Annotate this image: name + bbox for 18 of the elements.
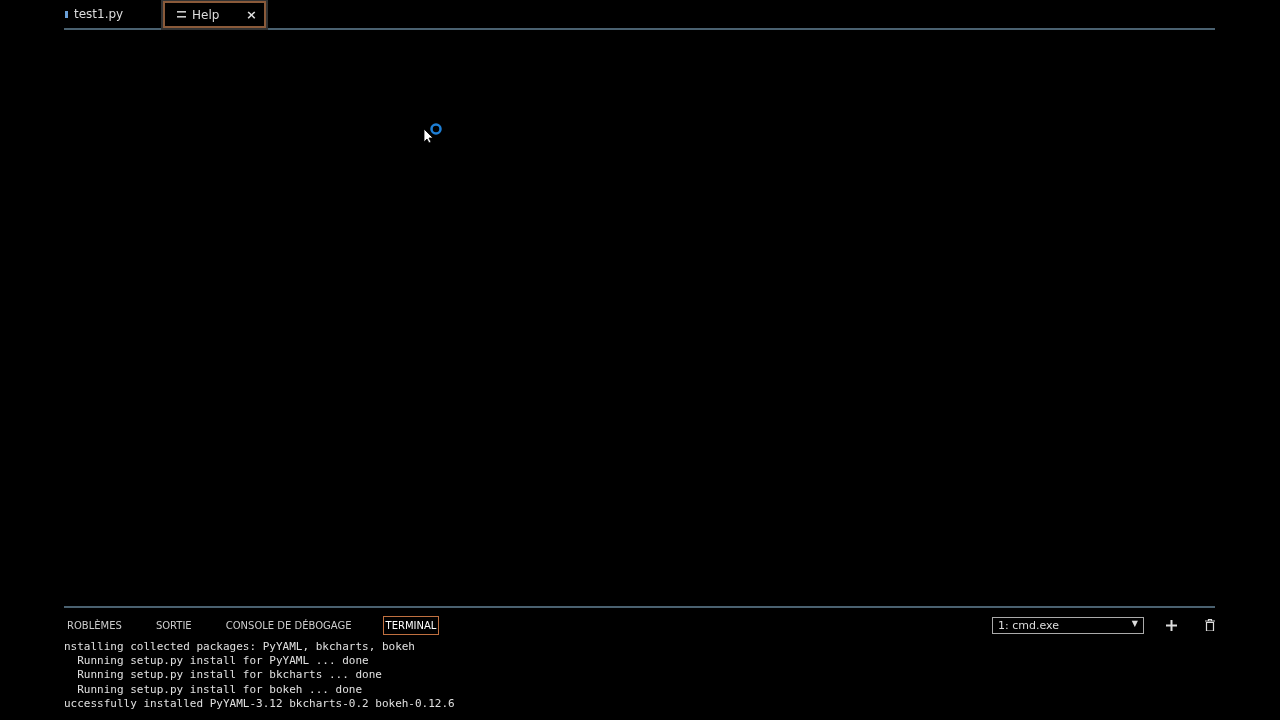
editor-tab[interactable]: Help × [163, 1, 266, 28]
editor-tab[interactable]: test1.py [64, 0, 151, 28]
add-icon[interactable] [1166, 619, 1177, 631]
file-icon [65, 10, 68, 18]
busy-cursor-icon [423, 123, 443, 143]
trash-icon[interactable] [1205, 619, 1215, 631]
panel-tab[interactable]: CONSOLE DE DÉBOGAGE [222, 615, 355, 635]
close-button[interactable]: × [246, 7, 257, 22]
menu-icon [177, 11, 186, 18]
panel-tab[interactable]: TERMINAL [382, 615, 440, 635]
terminal-line: Running setup.py install for bokeh ... done [76, 682, 363, 697]
panel-tab[interactable]: SORTIE [152, 615, 195, 635]
terminal-dropdown[interactable]: 1: cmd.exe ▼ [992, 616, 1144, 634]
panel-tab[interactable]: ROBLÈMES [64, 615, 125, 635]
terminal-line: Running setup.py install for bkcharts ... done [76, 668, 383, 683]
terminal-line: nstalling collected packages: PyYAML, bkcharts, bokeh [64, 640, 416, 655]
terminal-line: Running setup.py install for PyYAML ... done [76, 654, 370, 669]
terminal-line: uccessfully installed PyYAML-3.12 bkcharts-0.2 bokeh-0.12.6 [64, 696, 456, 711]
